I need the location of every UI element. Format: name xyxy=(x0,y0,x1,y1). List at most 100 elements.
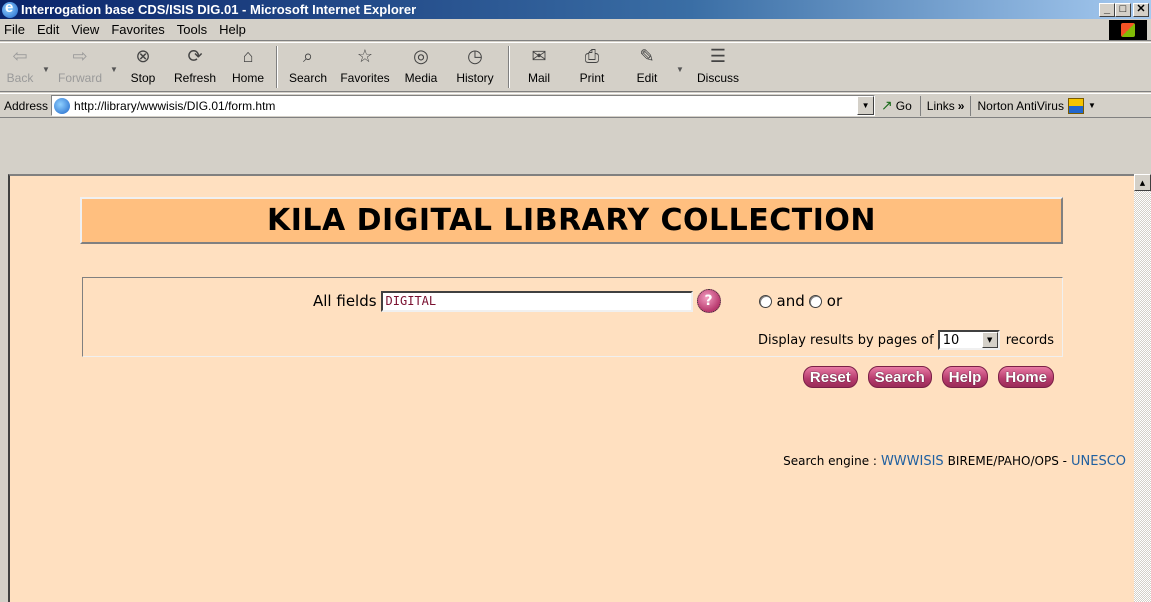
discuss-button[interactable]: ☰ Discuss xyxy=(686,43,750,91)
back-label: Back xyxy=(6,71,34,85)
media-button[interactable]: ◎ Media xyxy=(396,43,446,91)
footer-credits: Search engine : WWWISIS BIREME/PAHO/OPS … xyxy=(783,454,1126,469)
norton-label: Norton AntiVirus xyxy=(977,98,1064,113)
stop-icon: ⊗ xyxy=(135,45,151,66)
close-button[interactable]: ✕ xyxy=(1133,2,1149,17)
search-field-row: All fields DIGITAL ? and or xyxy=(313,289,846,313)
search-label: Search xyxy=(288,71,328,85)
address-label: Address xyxy=(4,98,49,113)
toolbar-separator xyxy=(276,46,278,88)
edit-icon: ✎ xyxy=(639,45,655,66)
select-dropdown-icon[interactable]: ▼ xyxy=(981,332,998,348)
print-icon: ⎙ xyxy=(584,45,600,66)
menu-file[interactable]: File xyxy=(0,22,31,37)
display-suffix-label: records xyxy=(1005,332,1054,348)
help-question-icon[interactable]: ? xyxy=(696,289,721,313)
norton-icon xyxy=(1067,97,1084,114)
title-bar: Interrogation base CDS/ISIS DIG.01 - Mic… xyxy=(0,0,1151,19)
toolbar: ⇦ Back ▼ ⇨ Forward ▼ ⊗ Stop ⟳ Refresh ⌂ … xyxy=(0,42,1151,92)
favorites-button[interactable]: ☆ Favorites xyxy=(334,43,396,91)
mail-label: Mail xyxy=(527,71,550,85)
home-label: Home xyxy=(231,71,264,85)
action-buttons: Reset Search Help Home xyxy=(802,366,1054,388)
links-chevron-icon: » xyxy=(957,98,965,113)
norton-dropdown-icon[interactable]: ▼ xyxy=(1088,101,1096,110)
search-button[interactable]: ⌕ Search xyxy=(282,43,334,91)
menu-tools[interactable]: Tools xyxy=(171,22,213,37)
address-url[interactable]: http://library/wwwisis/DIG.01/form.htm xyxy=(74,99,275,113)
print-button[interactable]: ⎙ Print xyxy=(564,43,620,91)
windows-logo-icon xyxy=(1109,20,1147,40)
vertical-scrollbar[interactable]: ▲ xyxy=(1134,174,1151,602)
footer-middle: BIREME/PAHO/OPS - xyxy=(947,454,1067,468)
back-arrow-icon: ⇦ xyxy=(12,45,28,66)
favorites-label: Favorites xyxy=(340,71,390,85)
wwwisis-link[interactable]: WWWISIS xyxy=(881,454,944,469)
menu-bar: File Edit View Favorites Tools Help xyxy=(0,19,1151,41)
ie-logo-icon xyxy=(2,0,18,18)
refresh-label: Refresh xyxy=(173,71,217,85)
minimize-button[interactable]: _ xyxy=(1099,2,1115,17)
favorites-icon: ☆ xyxy=(356,45,374,66)
discuss-icon: ☰ xyxy=(709,45,727,66)
print-label: Print xyxy=(579,71,605,85)
refresh-icon: ⟳ xyxy=(187,45,203,66)
mail-button[interactable]: ✉ Mail xyxy=(514,43,564,91)
footer-prefix: Search engine : xyxy=(783,454,877,468)
all-fields-input[interactable]: DIGITAL xyxy=(380,290,693,312)
norton-antivirus-button[interactable]: Norton AntiVirus ▼ xyxy=(971,97,1101,114)
refresh-button[interactable]: ⟳ Refresh xyxy=(166,43,224,91)
radio-or[interactable] xyxy=(808,294,822,308)
forward-arrow-icon: ⇨ xyxy=(72,45,88,66)
home-button[interactable]: ⌂ Home xyxy=(224,43,272,91)
search-icon: ⌕ xyxy=(302,45,314,66)
unesco-link[interactable]: UNESCO xyxy=(1071,454,1126,469)
forward-label: Forward xyxy=(57,71,102,85)
stop-label: Stop xyxy=(130,71,156,85)
display-prefix-label: Display results by pages of xyxy=(757,332,934,348)
discuss-label: Discuss xyxy=(696,71,739,85)
history-button[interactable]: ◷ History xyxy=(446,43,504,91)
menu-edit[interactable]: Edit xyxy=(31,22,65,37)
back-dropdown-icon[interactable]: ▼ xyxy=(40,65,52,74)
stop-button[interactable]: ⊗ Stop xyxy=(120,43,166,91)
edit-button[interactable]: ✎ Edit xyxy=(620,43,674,91)
maximize-button[interactable]: □ xyxy=(1115,2,1131,17)
page-heading: KILA DIGITAL LIBRARY COLLECTION xyxy=(80,197,1063,244)
edit-dropdown-icon[interactable]: ▼ xyxy=(674,65,686,74)
media-icon: ◎ xyxy=(413,45,429,66)
reset-button[interactable]: Reset xyxy=(802,366,858,388)
back-button[interactable]: ⇦ Back xyxy=(0,43,40,91)
go-arrow-icon: ↗ xyxy=(881,97,893,113)
window-title: Interrogation base CDS/ISIS DIG.01 - Mic… xyxy=(21,2,417,17)
menu-favorites[interactable]: Favorites xyxy=(105,22,170,37)
forward-dropdown-icon[interactable]: ▼ xyxy=(108,65,120,74)
window-controls: _ □ ✕ xyxy=(1099,2,1149,17)
page-icon xyxy=(54,97,71,114)
forward-button[interactable]: ⇨ Forward xyxy=(52,43,108,91)
menu-help[interactable]: Help xyxy=(213,22,252,37)
radio-or-label: or xyxy=(826,292,843,310)
go-label: Go xyxy=(895,98,912,113)
address-input[interactable]: http://library/wwwisis/DIG.01/form.htm ▼ xyxy=(51,95,876,116)
page-size-select[interactable]: 10 ▼ xyxy=(937,330,1000,350)
edit-label: Edit xyxy=(636,71,658,85)
home-icon: ⌂ xyxy=(242,45,254,66)
help-button[interactable]: Help xyxy=(941,366,989,388)
home-link-button[interactable]: Home xyxy=(998,366,1054,388)
address-dropdown-icon[interactable]: ▼ xyxy=(857,96,875,115)
page-size-value: 10 xyxy=(942,332,960,348)
radio-and[interactable] xyxy=(758,294,772,308)
search-submit-button[interactable]: Search xyxy=(867,366,932,388)
radio-and-label: and xyxy=(776,292,805,310)
media-label: Media xyxy=(404,71,438,85)
address-bar: Address http://library/wwwisis/DIG.01/fo… xyxy=(0,93,1151,118)
go-button[interactable]: ↗ Go xyxy=(881,95,921,116)
menu-view[interactable]: View xyxy=(65,22,105,37)
mail-icon: ✉ xyxy=(531,45,547,66)
history-label: History xyxy=(456,71,494,85)
scroll-up-arrow-icon[interactable]: ▲ xyxy=(1134,174,1151,191)
links-button[interactable]: Links » xyxy=(921,95,972,116)
all-fields-label: All fields xyxy=(313,292,377,310)
toolbar-separator-2 xyxy=(508,46,510,88)
